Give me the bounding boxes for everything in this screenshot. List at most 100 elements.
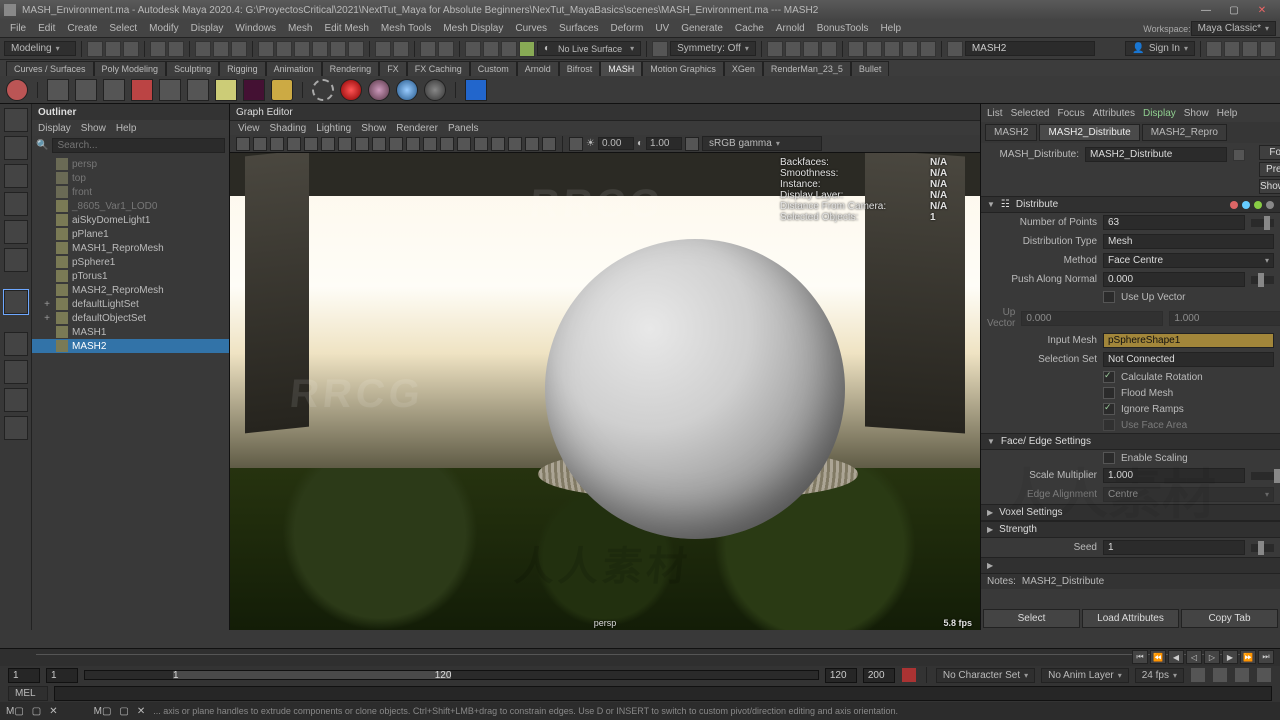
- push-along-normal-slider[interactable]: [1251, 276, 1274, 284]
- main-menu-curves[interactable]: Curves: [509, 23, 553, 34]
- playback-end-field[interactable]: [825, 668, 857, 683]
- ae-menu-selected[interactable]: Selected: [1011, 108, 1050, 119]
- shelf-tab-fx[interactable]: FX: [379, 61, 407, 76]
- shelf-tab-custom[interactable]: Custom: [470, 61, 517, 76]
- main-menu-edit-mesh[interactable]: Edit Mesh: [318, 23, 374, 34]
- vp-select-camera-icon[interactable]: [236, 137, 250, 151]
- script-editor3-icon[interactable]: M▢: [94, 706, 112, 717]
- main-menu-mesh[interactable]: Mesh: [282, 23, 318, 34]
- ae-menu-show[interactable]: Show: [1184, 108, 1209, 119]
- range-track[interactable]: 1 120: [84, 670, 819, 680]
- script-editor4-icon[interactable]: ▢: [119, 706, 128, 717]
- ae-select-button[interactable]: Select: [983, 609, 1080, 628]
- symmetry-dropdown[interactable]: Symmetry: Off: [670, 41, 756, 56]
- four-view-layout[interactable]: [4, 360, 28, 384]
- mash-placer-icon[interactable]: [312, 79, 334, 101]
- number-of-points-slider[interactable]: [1251, 219, 1274, 227]
- vp-xray-icon[interactable]: [525, 137, 539, 151]
- vp-field-chart-icon[interactable]: [372, 137, 386, 151]
- mash-trails-icon[interactable]: [215, 79, 237, 101]
- seed-slider[interactable]: [1251, 544, 1274, 552]
- calc-rotation-checkbox[interactable]: [1103, 371, 1115, 383]
- use-up-vector-checkbox[interactable]: [1103, 291, 1115, 303]
- main-menu-create[interactable]: Create: [61, 23, 103, 34]
- single-perspective-layout[interactable]: [4, 332, 28, 356]
- mash-dynamics-icon[interactable]: [368, 79, 390, 101]
- viewport-menu-view[interactable]: View: [238, 123, 260, 134]
- main-menu-surfaces[interactable]: Surfaces: [553, 23, 604, 34]
- shelf-tab-bifrost[interactable]: Bifrost: [559, 61, 601, 76]
- toggle-channelbox-icon[interactable]: [1260, 41, 1276, 57]
- script-close2-icon[interactable]: ✕: [137, 706, 145, 717]
- ipr-render-icon[interactable]: [483, 41, 499, 57]
- step-back-icon[interactable]: ⏪: [1150, 650, 1166, 664]
- flood-mesh-checkbox[interactable]: [1103, 387, 1115, 399]
- viewport-menu-lighting[interactable]: Lighting: [316, 123, 351, 134]
- playback-loop-icon[interactable]: [1190, 667, 1206, 683]
- character-set-dropdown[interactable]: No Character Set: [936, 668, 1035, 683]
- mash-python-icon[interactable]: [271, 79, 293, 101]
- mash-audio-icon[interactable]: [159, 79, 181, 101]
- main-menu-deform[interactable]: Deform: [605, 23, 650, 34]
- outliner-item-ptorus1[interactable]: pTorus1: [32, 269, 229, 283]
- outliner-item-pplane1[interactable]: pPlane1: [32, 227, 229, 241]
- play-forward-icon[interactable]: ▷: [1204, 650, 1220, 664]
- outliner-item-defaultobjectset[interactable]: +defaultObjectSet: [32, 311, 229, 325]
- outliner-menu-display[interactable]: Display: [38, 123, 71, 134]
- cmd-language-dropdown[interactable]: MEL: [8, 686, 48, 701]
- anim-layer-dropdown[interactable]: No Anim Layer: [1041, 668, 1129, 683]
- shelf-tab-motion-graphics[interactable]: Motion Graphics: [642, 61, 724, 76]
- ae-obj-name-field[interactable]: [1085, 147, 1227, 162]
- vp-gamma-field[interactable]: [646, 137, 682, 150]
- number-of-points-field[interactable]: [1103, 215, 1245, 230]
- vp-safe-action-icon[interactable]: [389, 137, 403, 151]
- selection-name-field[interactable]: [965, 41, 1095, 56]
- vp-shaded-icon[interactable]: [440, 137, 454, 151]
- shelf-tab-rendering[interactable]: Rendering: [322, 61, 380, 76]
- ae-voxel-section[interactable]: Voxel Settings: [981, 504, 1280, 521]
- ae-red-dot-icon[interactable]: [1230, 201, 1238, 209]
- range-slider[interactable]: 1 120 No Character Set No Anim Layer 24 …: [0, 666, 1280, 684]
- step-forward-icon[interactable]: ⏩: [1240, 650, 1256, 664]
- mash-editor-icon[interactable]: [47, 79, 69, 101]
- paint-select-icon[interactable]: [231, 41, 247, 57]
- outliner-item-aiskydomelight1[interactable]: aiSkyDomeLight1: [32, 213, 229, 227]
- live-surface-icon[interactable]: [375, 41, 391, 57]
- last-tool[interactable]: [4, 290, 28, 314]
- mash-cache-icon[interactable]: [75, 79, 97, 101]
- vp-color-mgmt-icon[interactable]: [685, 137, 699, 151]
- ae-extra-section[interactable]: [981, 557, 1280, 574]
- redo-icon[interactable]: [168, 41, 184, 57]
- ae-menu-attributes[interactable]: Attributes: [1093, 108, 1135, 119]
- mute-audio-icon[interactable]: [1212, 667, 1228, 683]
- outliner-item-defaultlightset[interactable]: +defaultLightSet: [32, 297, 229, 311]
- viewport-menu-renderer[interactable]: Renderer: [396, 123, 438, 134]
- previous-layout[interactable]: [4, 388, 28, 412]
- layout-3-icon[interactable]: [803, 41, 819, 57]
- layout-4-icon[interactable]: [821, 41, 837, 57]
- shelf-tab-xgen[interactable]: XGen: [724, 61, 763, 76]
- vp-2d-pan-icon[interactable]: [287, 137, 301, 151]
- ae-tab-mash2_repro[interactable]: MASH2_Repro: [1142, 124, 1227, 141]
- playback-fps-dropdown[interactable]: 24 fps: [1135, 668, 1184, 683]
- ae-strength-section[interactable]: Strength: [981, 521, 1280, 538]
- shelf-tab-animation[interactable]: Animation: [266, 61, 322, 76]
- outliner-item-mash2_repromesh[interactable]: MASH2_ReproMesh: [32, 283, 229, 297]
- ae-delete-icon[interactable]: [1266, 201, 1274, 209]
- mash-bullet-icon[interactable]: [340, 79, 362, 101]
- main-menu-generate[interactable]: Generate: [675, 23, 729, 34]
- ae-menu-display[interactable]: Display: [1143, 108, 1176, 119]
- toggle-attr-editor-icon[interactable]: [1224, 41, 1240, 57]
- outliner-item-_8605_var1_lod0[interactable]: _8605_Var1_LOD0: [32, 199, 229, 213]
- viewport-menu-show[interactable]: Show: [361, 123, 386, 134]
- snap-curve-icon[interactable]: [276, 41, 292, 57]
- outliner-menu-help[interactable]: Help: [116, 123, 137, 134]
- save-scene-icon[interactable]: [123, 41, 139, 57]
- select-tool[interactable]: [4, 108, 28, 132]
- outliner-item-mash1[interactable]: MASH1: [32, 325, 229, 339]
- command-input[interactable]: [54, 686, 1272, 701]
- paint-select-tool[interactable]: [4, 164, 28, 188]
- shelf-tab-sculpting[interactable]: Sculpting: [166, 61, 219, 76]
- snap-plane-icon[interactable]: [312, 41, 328, 57]
- main-menu-mesh-tools[interactable]: Mesh Tools: [375, 23, 437, 34]
